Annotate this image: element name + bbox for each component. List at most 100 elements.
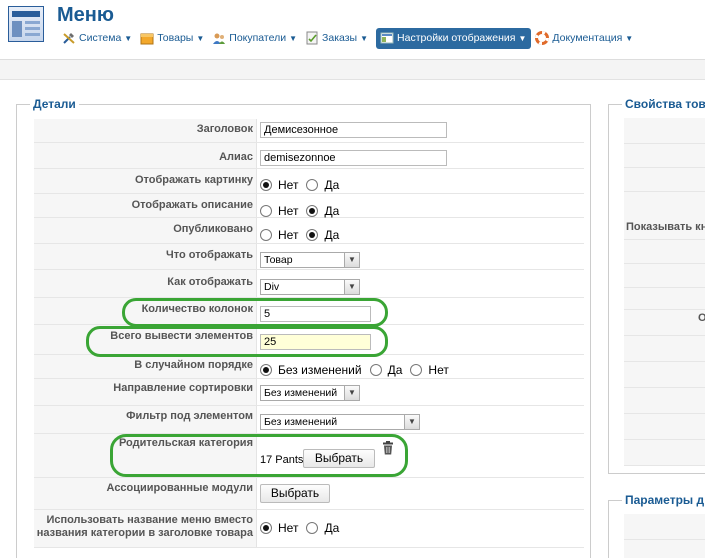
menu-item-system[interactable]: Система ▼: [62, 28, 136, 49]
chevron-down-icon: ▼: [360, 33, 369, 43]
properties-row: [624, 440, 705, 466]
chevron-down-icon: ▼: [344, 386, 359, 400]
tools-icon: [63, 33, 75, 44]
chevron-down-icon: ▼: [196, 33, 205, 43]
menu-item-customers[interactable]: Покупатели ▼: [212, 28, 301, 49]
modules-label: Ассоциированные модули: [34, 478, 257, 509]
chevron-down-icon: ▼: [289, 33, 298, 43]
published-yes-radio[interactable]: [306, 229, 319, 241]
properties-row: [624, 118, 705, 144]
published-yes-label: Да: [324, 228, 340, 242]
use-menu-name-yes-label: Да: [324, 521, 340, 535]
show-image-label: Отображать картинку: [34, 169, 257, 193]
modules-select-button[interactable]: Выбрать: [260, 484, 330, 503]
random-no-label: Нет: [428, 363, 449, 377]
menu-item-products[interactable]: Товары ▼: [140, 28, 208, 49]
filter-select[interactable]: Без изменений ▼: [260, 414, 420, 430]
how-to-show-label: Как отображать: [34, 270, 257, 297]
row-modules: Ассоциированные модули Выбрать: [34, 478, 584, 510]
show-description-label: Отображать описание: [34, 194, 257, 217]
menu-item-system-label: Система: [79, 32, 122, 44]
filter-label: Фильтр под элементом: [34, 406, 257, 433]
use-menu-name-no-label: Нет: [278, 521, 299, 535]
show-description-yes-radio[interactable]: [306, 205, 319, 217]
chevron-down-icon: ▼: [625, 33, 634, 43]
alias-input[interactable]: demisezonnoe: [260, 150, 447, 166]
alias-label: Алиас: [34, 143, 257, 168]
row-title: Заголовок Демисезонное: [34, 119, 584, 143]
show-image-no-radio[interactable]: [260, 179, 272, 191]
row-sort-direction: Направление сортировки Без изменений ▼: [34, 379, 584, 406]
properties-o-label: О: [698, 312, 705, 324]
show-image-yes-label: Да: [324, 178, 340, 192]
row-alias: Алиас demisezonnoe: [34, 143, 584, 169]
properties-row: [624, 168, 705, 192]
sort-direction-select[interactable]: Без изменений ▼: [260, 385, 360, 401]
menu-item-documentation-label: Документация: [552, 32, 623, 44]
title-input[interactable]: Демисезонное: [260, 122, 447, 138]
menu-item-documentation[interactable]: Документация ▼: [535, 28, 637, 49]
how-to-show-value: Div: [264, 281, 280, 293]
properties-row: [624, 288, 705, 310]
row-filter: Фильтр под элементом Без изменений ▼: [34, 406, 584, 434]
display-params-legend: Параметры д: [622, 493, 705, 507]
random-unchanged-label: Без изменений: [278, 363, 362, 377]
random-yes-label: Да: [387, 363, 403, 377]
properties-row: [624, 388, 705, 414]
use-menu-name-no-radio[interactable]: [260, 522, 272, 534]
properties-row: [624, 310, 705, 336]
published-label: Опубликовано: [34, 218, 257, 243]
row-use-menu-name: Использовать название меню вместо назван…: [34, 510, 584, 548]
use-menu-name-yes-radio[interactable]: [306, 522, 319, 534]
row-published: Опубликовано Нет Да: [34, 218, 584, 244]
menu-item-customers-label: Покупатели: [229, 32, 287, 44]
row-show-description: Отображать описание Нет Да: [34, 194, 584, 218]
sort-direction-value: Без изменений: [264, 387, 338, 399]
properties-row: [624, 264, 705, 288]
show-description-no-radio[interactable]: [260, 205, 272, 217]
row-show-image: Отображать картинку Нет Да: [34, 169, 584, 194]
random-no-radio[interactable]: [410, 364, 423, 376]
properties-row: [624, 414, 705, 440]
toolbar-band: [0, 60, 705, 80]
menu-item-orders[interactable]: Заказы ▼: [305, 28, 372, 49]
show-description-yes-label: Да: [324, 204, 340, 218]
params-row: [624, 540, 705, 558]
random-label: В случайном порядке: [34, 355, 257, 378]
sort-direction-label: Направление сортировки: [34, 379, 257, 405]
what-to-show-label: Что отображать: [34, 244, 257, 269]
filter-value: Без изменений: [264, 416, 338, 428]
menu-logo-icon: [8, 6, 44, 42]
how-to-show-select[interactable]: Div ▼: [260, 279, 360, 295]
properties-row: [624, 240, 705, 264]
published-no-radio[interactable]: [260, 229, 272, 241]
chevron-down-icon: ▼: [344, 253, 359, 267]
properties-row: [624, 336, 705, 362]
lifebuoy-icon: [535, 31, 550, 45]
random-yes-radio[interactable]: [369, 364, 382, 376]
params-row: [624, 514, 705, 540]
users-icon: [213, 33, 226, 44]
details-legend: Детали: [30, 97, 79, 111]
what-to-show-select[interactable]: Товар ▼: [260, 252, 360, 268]
show-image-no-label: Нет: [278, 178, 299, 192]
box-icon: [140, 33, 154, 45]
app-header: Меню Система ▼ Товары ▼ Покупатели ▼ Зак…: [0, 0, 705, 54]
title-label: Заголовок: [34, 119, 257, 142]
use-menu-name-label: Использовать название меню вместо назван…: [34, 510, 257, 547]
highlight-total: [86, 326, 388, 357]
main-menu: Система ▼ Товары ▼ Покупатели ▼ Заказы ▼…: [62, 27, 641, 49]
show-image-yes-radio[interactable]: [306, 179, 319, 191]
what-to-show-value: Товар: [264, 254, 293, 266]
highlight-columns: [122, 298, 388, 327]
chevron-down-icon: ▼: [518, 33, 527, 43]
product-properties-legend: Свойства това: [622, 97, 705, 111]
menu-item-display-settings[interactable]: Настройки отображения ▼: [376, 27, 532, 49]
random-unchanged-radio[interactable]: [260, 364, 272, 376]
orders-icon: [306, 31, 318, 45]
menu-item-orders-label: Заказы: [322, 32, 358, 44]
display-settings-icon: [380, 32, 394, 44]
published-no-label: Нет: [278, 228, 299, 242]
highlight-parent-category: [110, 434, 408, 477]
chevron-down-icon: ▼: [124, 33, 133, 43]
